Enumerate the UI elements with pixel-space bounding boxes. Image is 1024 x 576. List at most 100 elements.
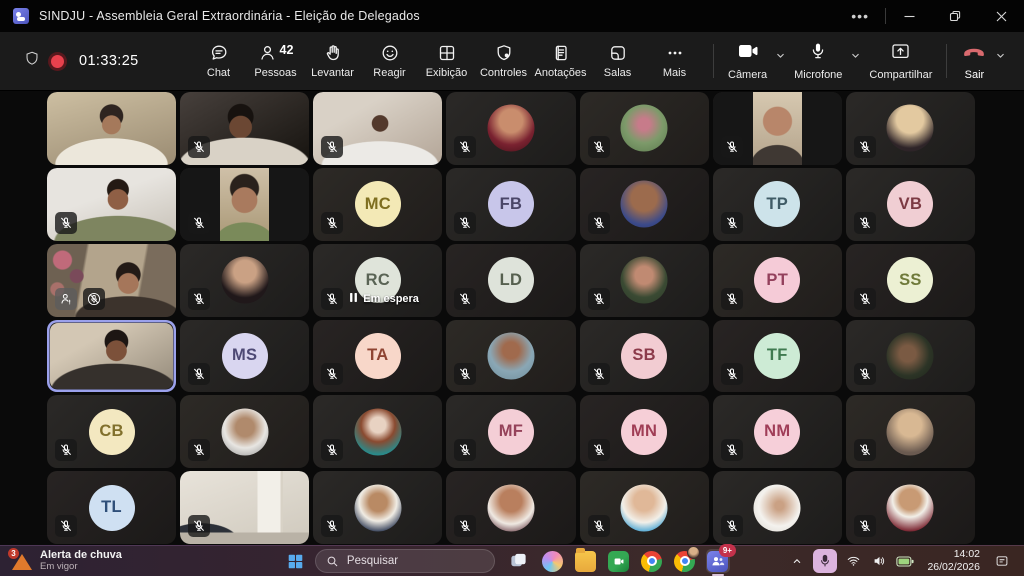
participant-tile[interactable]: MC xyxy=(313,168,442,241)
participant-tile[interactable]: PT xyxy=(713,244,842,317)
chrome-profile-taskbar-icon[interactable] xyxy=(673,549,697,573)
volume-icon[interactable] xyxy=(869,550,889,572)
participant-tile[interactable]: NM xyxy=(713,395,842,468)
participant-video xyxy=(50,323,173,390)
participant-tile[interactable]: VB xyxy=(846,168,975,241)
participant-photo-avatar xyxy=(487,332,534,379)
participant-tile[interactable]: TA xyxy=(313,320,442,393)
mic-muted-icon xyxy=(321,515,343,537)
participant-tile[interactable] xyxy=(47,244,176,317)
tray-chevron-up-icon[interactable] xyxy=(787,550,807,572)
participant-tile[interactable] xyxy=(846,471,975,544)
clock-date: 26/02/2026 xyxy=(927,561,980,574)
participant-tile[interactable] xyxy=(180,471,309,544)
toolbar-microfone-button[interactable]: Microfone xyxy=(790,38,846,84)
participant-tile[interactable] xyxy=(580,92,709,165)
minimize-button[interactable] xyxy=(886,0,932,32)
participant-tile[interactable] xyxy=(446,471,575,544)
participant-initials-avatar: TL xyxy=(89,485,135,531)
notification-center-icon[interactable] xyxy=(992,550,1012,572)
participant-tile[interactable]: SS xyxy=(846,244,975,317)
toolbar-compartilhar-button[interactable]: Compartilhar xyxy=(865,38,936,84)
toolbar-chat-button[interactable]: Chat xyxy=(190,39,247,83)
toolbar-camera-button[interactable]: Câmera xyxy=(724,38,771,84)
toolbar-pessoas-button[interactable]: 42Pessoas xyxy=(247,39,304,83)
taskbar-search[interactable]: Pesquisar xyxy=(315,549,495,573)
weather-widget[interactable]: 3 Alerta de chuva Em vigor xyxy=(0,546,134,576)
toolbar-salas-button[interactable]: Salas xyxy=(589,39,646,83)
search-placeholder: Pesquisar xyxy=(347,555,398,567)
tray-mic-active-icon[interactable] xyxy=(813,549,837,573)
leave-options-chevron-icon[interactable] xyxy=(991,50,1010,61)
toolbar-button-label: Controles xyxy=(480,67,527,79)
close-button[interactable] xyxy=(978,0,1024,32)
participant-tile[interactable]: MF xyxy=(446,395,575,468)
participant-tile[interactable] xyxy=(180,168,309,241)
participant-tile[interactable] xyxy=(180,244,309,317)
on-hold-label: Em espera xyxy=(363,293,419,305)
participant-tile[interactable] xyxy=(47,320,176,393)
participant-tile[interactable] xyxy=(580,168,709,241)
participant-tile[interactable] xyxy=(846,320,975,393)
chrome-profile-avatar xyxy=(687,546,700,559)
toolbar-divider xyxy=(713,44,714,78)
participant-tile[interactable]: CB xyxy=(47,395,176,468)
participant-tile[interactable]: TF xyxy=(713,320,842,393)
mic-muted-icon xyxy=(321,439,343,461)
hand-icon xyxy=(323,43,343,68)
mic-muted-icon xyxy=(188,515,210,537)
weather-alert-badge: 3 xyxy=(8,548,19,559)
explorer-taskbar-icon[interactable] xyxy=(574,549,598,573)
participant-tile[interactable]: TL xyxy=(47,471,176,544)
copilot-taskbar-icon[interactable] xyxy=(541,549,565,573)
participant-tile[interactable]: RCEm espera xyxy=(313,244,442,317)
participant-tile[interactable] xyxy=(713,92,842,165)
participant-tile[interactable] xyxy=(580,471,709,544)
weather-title: Alerta de chuva xyxy=(40,549,122,562)
camera-options-chevron-icon[interactable] xyxy=(771,50,790,61)
meet-taskbar-icon[interactable] xyxy=(607,549,631,573)
participant-tile[interactable] xyxy=(313,471,442,544)
toolbar-anotacoes-button[interactable]: Anotações xyxy=(532,39,589,83)
taskbar-clock[interactable]: 14:02 26/02/2026 xyxy=(921,548,986,573)
mic-muted-icon xyxy=(321,212,343,234)
toolbar-exibicao-button[interactable]: Exibição xyxy=(418,39,475,83)
task-view-taskbar-icon[interactable] xyxy=(508,549,532,573)
participant-tile[interactable] xyxy=(313,395,442,468)
participant-tile[interactable] xyxy=(846,92,975,165)
participant-tile[interactable]: LD xyxy=(446,244,575,317)
participant-photo-avatar xyxy=(887,105,934,152)
participant-initials-avatar: MC xyxy=(355,181,401,227)
participant-tile[interactable]: MS xyxy=(180,320,309,393)
chrome-taskbar-icon[interactable] xyxy=(640,549,664,573)
mic-muted-icon xyxy=(454,363,476,385)
window-more-menu[interactable]: ••• xyxy=(835,8,885,24)
participant-tile[interactable] xyxy=(180,395,309,468)
participant-tile[interactable] xyxy=(47,92,176,165)
participant-tile[interactable] xyxy=(446,320,575,393)
participant-tile[interactable]: TP xyxy=(713,168,842,241)
participant-tile[interactable]: FB xyxy=(446,168,575,241)
participant-tile[interactable] xyxy=(47,168,176,241)
toolbar-reagir-button[interactable]: Reagir xyxy=(361,39,418,83)
toolbar-controles-button[interactable]: Controles xyxy=(475,39,532,83)
teams-taskbar-icon[interactable]: 9+ xyxy=(706,549,730,573)
wifi-icon[interactable] xyxy=(843,550,863,572)
participant-tile[interactable] xyxy=(846,395,975,468)
mic-muted-icon xyxy=(588,439,610,461)
participant-tile[interactable] xyxy=(313,92,442,165)
microfone-options-chevron-icon[interactable] xyxy=(846,50,865,61)
participant-tile[interactable]: SB xyxy=(580,320,709,393)
participant-tile[interactable] xyxy=(580,244,709,317)
start-button[interactable] xyxy=(284,549,308,573)
participant-tile[interactable]: MN xyxy=(580,395,709,468)
participant-tile[interactable] xyxy=(180,92,309,165)
mic-muted-icon xyxy=(55,439,77,461)
leave-meeting-button[interactable]: Sair xyxy=(957,38,991,84)
participant-tile[interactable] xyxy=(446,92,575,165)
maximize-restore-button[interactable] xyxy=(932,0,978,32)
toolbar-mais-button[interactable]: Mais xyxy=(646,39,703,83)
participant-tile[interactable] xyxy=(713,471,842,544)
battery-icon[interactable] xyxy=(895,550,915,572)
toolbar-levantar-button[interactable]: Levantar xyxy=(304,39,361,83)
